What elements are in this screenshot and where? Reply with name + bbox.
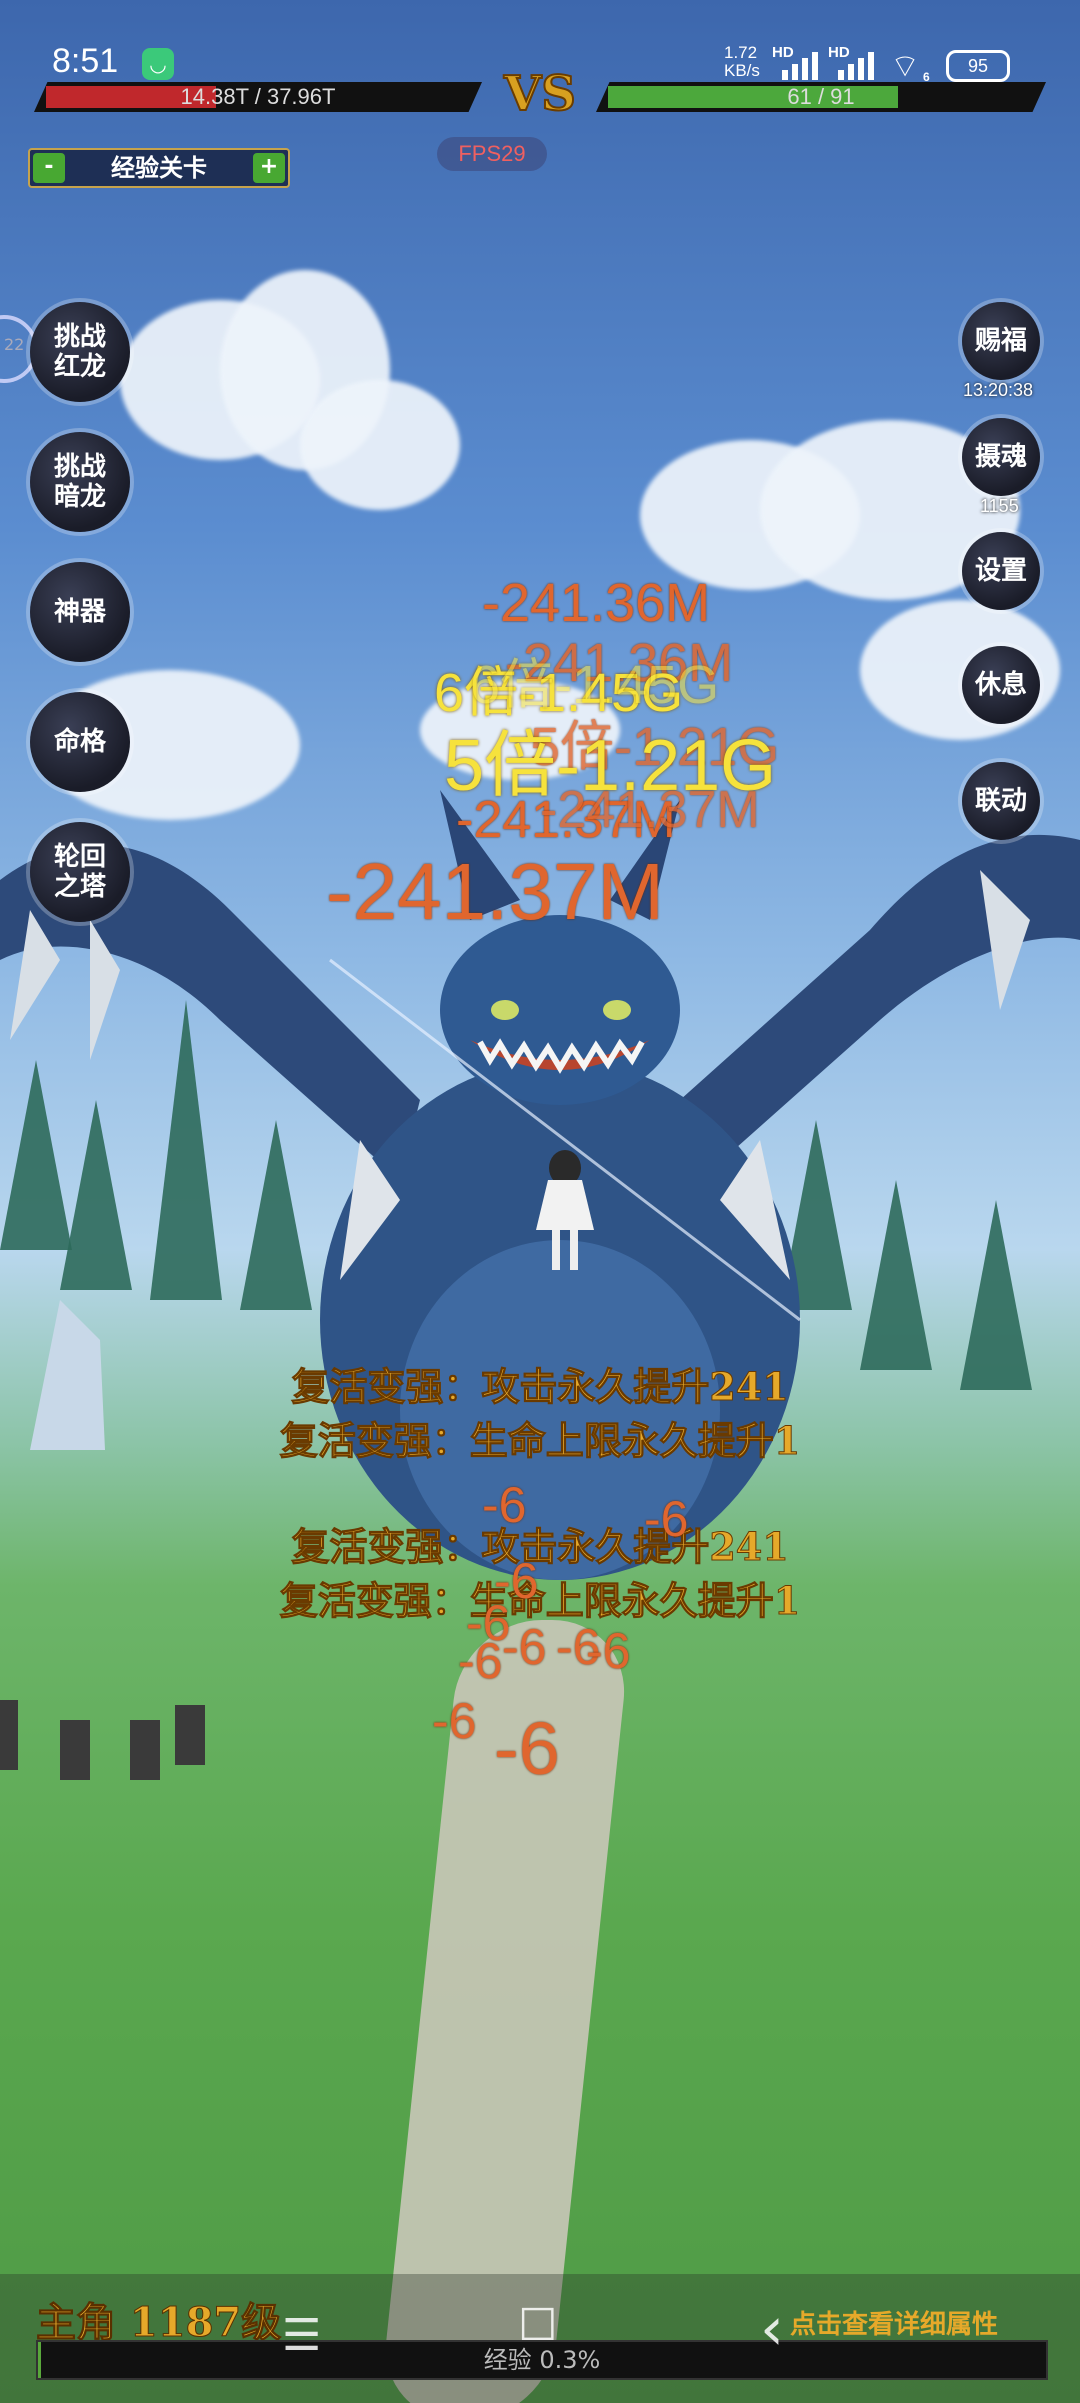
nav-menu-icon[interactable]: ☰ bbox=[282, 2310, 321, 2361]
player-hp-bar: 14.38T / 37.96T bbox=[34, 82, 482, 112]
network-speed: 1.72 KB/s bbox=[724, 44, 760, 80]
button-label: 轮回 之塔 bbox=[54, 842, 106, 902]
net-speed-unit: KB/s bbox=[724, 61, 760, 80]
net-speed-value: 1.72 bbox=[724, 43, 758, 62]
button-label: 神器 bbox=[53, 597, 106, 627]
button-label: 联动 bbox=[974, 786, 1027, 816]
rest-button[interactable]: 休息 bbox=[962, 646, 1040, 724]
sim-label: 6 bbox=[923, 70, 930, 84]
button-label: 设置 bbox=[974, 556, 1027, 586]
damage-number: -241.37M bbox=[326, 847, 664, 936]
label-line: 之塔 bbox=[53, 872, 106, 902]
enemy-hp-bar: 61 / 91 bbox=[596, 82, 1046, 112]
signal-icon bbox=[782, 52, 818, 80]
fps-counter: FPS29 bbox=[437, 137, 547, 171]
damage-number: -6 bbox=[432, 1693, 477, 1749]
damage-number: -6 bbox=[482, 1477, 527, 1533]
soul-count: 1155 bbox=[980, 496, 1019, 516]
nav-home-icon[interactable]: ☐ bbox=[518, 2300, 557, 2351]
app-notification-icon: ◡ bbox=[142, 48, 174, 80]
left-edge-badge-text: 22 bbox=[4, 335, 25, 354]
collab-button[interactable]: 联动 bbox=[962, 762, 1040, 840]
wifi-icon: ⌔ bbox=[890, 47, 921, 85]
button-label: 挑战 暗龙 bbox=[54, 452, 106, 512]
signal-icon bbox=[838, 52, 874, 80]
challenge-red-dragon-button[interactable]: 挑战 红龙 bbox=[30, 302, 130, 402]
damage-number: -6 bbox=[502, 1619, 547, 1675]
game-scene[interactable] bbox=[0, 0, 1080, 2403]
label-line: 红龙 bbox=[53, 352, 106, 382]
level-label: 经验关卡 bbox=[111, 154, 207, 182]
revive-message: 复活变强：攻击永久提升241 bbox=[291, 1364, 789, 1410]
damage-number: -241.37M bbox=[540, 781, 760, 839]
label-line: 暗龙 bbox=[53, 482, 106, 512]
damage-number: -6 bbox=[458, 1633, 503, 1689]
label-line: 挑战 bbox=[53, 452, 106, 482]
level-prev-button[interactable]: - bbox=[33, 153, 65, 183]
damage-number: -6 bbox=[586, 1623, 631, 1679]
clock: 8:51 bbox=[52, 42, 119, 80]
fate-button[interactable]: 命格 bbox=[30, 692, 130, 792]
revive-message: 复活变强：生命上限永久提升1 bbox=[279, 1418, 801, 1464]
button-label: 命格 bbox=[53, 727, 106, 757]
label-line: 轮回 bbox=[53, 842, 106, 872]
challenge-dark-dragon-button[interactable]: 挑战 暗龙 bbox=[30, 432, 130, 532]
level-selector: 经验关卡 - + bbox=[28, 148, 290, 188]
cloud bbox=[300, 380, 460, 510]
damage-number: -241.36M bbox=[482, 573, 711, 633]
blessing-timer: 13:20:38 bbox=[963, 380, 1034, 400]
label-line: 挑战 bbox=[53, 322, 106, 352]
button-label: 摄魂 bbox=[974, 442, 1027, 472]
revive-message: 复活变强：生命上限永久提升1 bbox=[279, 1578, 801, 1624]
vs-label: VS bbox=[503, 65, 577, 123]
battery-icon: 95 bbox=[946, 50, 1010, 82]
button-label: 赐福 bbox=[974, 326, 1027, 356]
view-details-link[interactable]: 点击查看详细属性 bbox=[790, 2304, 998, 2341]
button-label: 挑战 红龙 bbox=[54, 322, 106, 382]
reincarnation-tower-button[interactable]: 轮回 之塔 bbox=[30, 822, 130, 922]
soul-capture-button[interactable]: 摄魂 bbox=[962, 418, 1040, 496]
player-hp-text: 14.38T / 37.96T bbox=[180, 84, 336, 109]
damage-number: -6 bbox=[494, 1707, 560, 1790]
level-next-button[interactable]: + bbox=[253, 153, 285, 183]
button-label: 休息 bbox=[974, 670, 1027, 700]
damage-number: -6 bbox=[644, 1491, 689, 1547]
artifact-button[interactable]: 神器 bbox=[30, 562, 130, 662]
enemy-hp-text: 61 / 91 bbox=[787, 84, 855, 109]
revive-message: 复活变强：攻击永久提升241 bbox=[291, 1524, 789, 1570]
nav-back-icon[interactable]: ‹ bbox=[760, 2294, 784, 2364]
blessing-button[interactable]: 赐福 bbox=[962, 302, 1040, 380]
settings-button[interactable]: 设置 bbox=[962, 532, 1040, 610]
